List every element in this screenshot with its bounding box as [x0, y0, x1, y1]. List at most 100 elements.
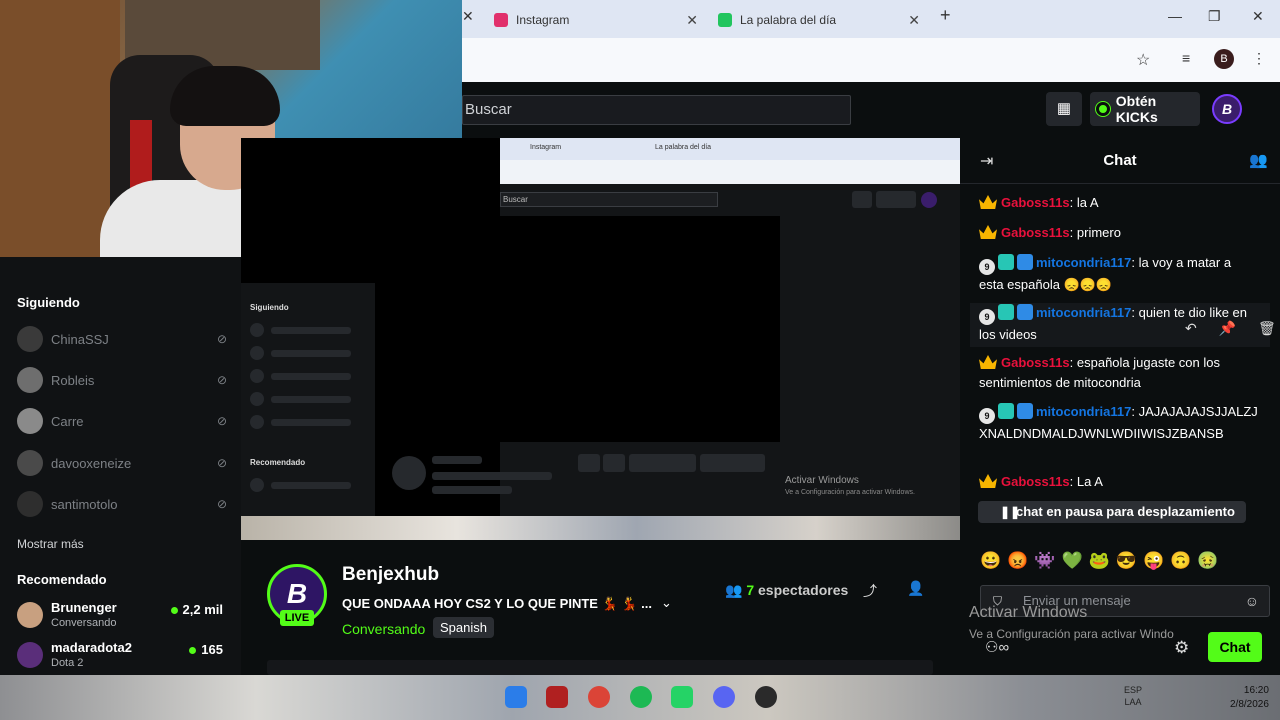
video-player[interactable]: Instagram La palabra del día Buscar Sigu…: [241, 138, 960, 540]
emote-icon[interactable]: 👾: [1034, 551, 1061, 570]
start-icon[interactable]: [505, 686, 527, 708]
viewer-count: 2,2 mil: [170, 602, 223, 617]
emoji-picker-icon[interactable]: ☺: [1245, 586, 1259, 616]
emote-icon[interactable]: 🐸: [1089, 551, 1116, 570]
chat-message[interactable]: 9 mitocondria117: la voy a matar a esta e…: [979, 253, 1259, 295]
recommended-heading: Recomendado: [17, 572, 107, 587]
moderator-badge-icon: [1017, 304, 1033, 320]
emote-bar: 😀😡👾💚🐸😎😜🙃🤢: [980, 551, 1270, 575]
emote-icon[interactable]: 💚: [1062, 551, 1089, 570]
discord-icon[interactable]: [713, 686, 735, 708]
emote-icon[interactable]: 🙃: [1170, 551, 1197, 570]
viewer-count: 165: [189, 642, 223, 657]
emote-icon[interactable]: 🤢: [1197, 551, 1224, 570]
nested-sidebar: Siguiendo Recomendado: [241, 283, 375, 516]
chrome-icon[interactable]: [588, 686, 610, 708]
sidebar-item-santimotolo[interactable]: santimotolo ⊘: [17, 489, 227, 519]
close-icon[interactable]: ✕: [462, 8, 474, 25]
live-dot-icon: [189, 647, 197, 655]
window-close-icon[interactable]: ✕: [1252, 8, 1264, 25]
channel-name[interactable]: Benjexhub: [342, 564, 439, 586]
tab-palabra-del-dia[interactable]: La palabra del día ✕: [710, 6, 928, 34]
windows-activation-subtitle: Ve a Configuración para activar Windo: [969, 627, 1174, 641]
minimize-icon[interactable]: —: [1168, 8, 1182, 24]
whatsapp-icon[interactable]: [671, 686, 693, 708]
offline-icon: ⊘: [216, 332, 227, 346]
chat-paused-notice[interactable]: ❚❚ chat en pausa para desplazamiento: [978, 501, 1246, 523]
clock[interactable]: 16:20 2/8/2026: [1230, 684, 1269, 712]
viewer-count: 👥 7 espectadores: [725, 582, 849, 598]
sidebar-item-madaradota2[interactable]: madaradota2 Dota 2 165: [17, 640, 227, 674]
sidebar-item-davooxeneize[interactable]: davooxeneize ⊘: [17, 448, 227, 478]
camera-strip: [241, 516, 960, 540]
chat-title: Chat: [1103, 152, 1137, 169]
restore-icon[interactable]: ❐: [1208, 8, 1221, 25]
sidebar-item-brunenger[interactable]: Brunenger Conversando 2,2 mil: [17, 600, 227, 634]
crown-icon: [979, 195, 997, 209]
offline-icon: ⊘: [216, 373, 227, 387]
emote-icon[interactable]: 😜: [1143, 551, 1170, 570]
user-avatar[interactable]: B: [1212, 94, 1242, 124]
reply-icon[interactable]: ↶: [1185, 320, 1197, 336]
avatar: [17, 602, 43, 628]
offline-icon: ⊘: [216, 414, 227, 428]
chevron-down-icon[interactable]: ⌄: [661, 595, 672, 611]
chat-message[interactable]: Gaboss11s: primero: [979, 223, 1259, 243]
category-link[interactable]: Conversando: [342, 621, 425, 637]
sidebar-item-robleis[interactable]: Robleis ⊘: [17, 365, 227, 395]
emote-icon[interactable]: 😡: [1007, 551, 1034, 570]
instagram-icon: [494, 13, 508, 27]
sidebar-item-carre[interactable]: Carre ⊘: [17, 406, 227, 436]
bookmark-star-icon[interactable]: ☆: [1136, 50, 1150, 70]
delete-icon[interactable]: 🗑: [1258, 320, 1276, 336]
get-kicks-button[interactable]: Obtén KICKs: [1090, 92, 1200, 126]
voicemeeter-icon[interactable]: [546, 686, 568, 708]
language-tag[interactable]: Spanish: [433, 617, 494, 638]
live-badge: LIVE: [280, 610, 314, 626]
chat-panel: ⇥ Chat 👥 Gaboss11s: la A Gaboss11s: prim…: [960, 138, 1280, 675]
stream-title: QUE ONDAAA HOY CS2 Y LO QUE PINTE 💃 💃 ..…: [342, 596, 653, 611]
pin-icon[interactable]: 📌: [1219, 320, 1236, 336]
chat-message[interactable]: Gaboss11s: La A: [979, 472, 1259, 492]
avatar: [17, 491, 43, 517]
spotify-icon[interactable]: [630, 686, 652, 708]
live-dot-icon: [170, 607, 178, 615]
follow-icon[interactable]: 👤: [907, 580, 924, 597]
chat-message[interactable]: Gaboss11s: la A: [979, 193, 1259, 213]
emote-icon[interactable]: 😀: [980, 551, 1007, 570]
close-tab-icon[interactable]: ✕: [686, 12, 698, 29]
emote-icon[interactable]: 😎: [1116, 551, 1143, 570]
stream-info: B LIVE Benjexhub QUE ONDAAA HOY CS2 Y LO…: [241, 540, 960, 675]
chat-header: ⇥ Chat 👥: [960, 138, 1280, 184]
input-language[interactable]: ESP LAA: [1124, 684, 1142, 708]
menu-kebab-icon[interactable]: ⋮: [1252, 50, 1266, 67]
nested-tab-bar: Instagram La palabra del día: [500, 138, 960, 160]
nested-player: [500, 216, 780, 442]
moderator-badge-icon: [1017, 254, 1033, 270]
kick-coin-icon: [1096, 102, 1110, 116]
chat-users-icon[interactable]: 👥: [1249, 151, 1268, 169]
layout-button[interactable]: ▦: [1046, 92, 1082, 126]
og-badge-icon: [998, 304, 1014, 320]
avatar: [17, 642, 43, 668]
og-badge-icon: [998, 403, 1014, 419]
badge-icon: 9: [979, 259, 995, 275]
obs-icon[interactable]: [755, 686, 777, 708]
media-icon[interactable]: ≡: [1182, 50, 1190, 66]
sidebar-item-chinassj[interactable]: ChinaSSJ ⊘: [17, 324, 227, 354]
share-icon[interactable]: ⤴: [863, 581, 877, 601]
taskbar: ESP LAA 16:20 2/8/2026: [0, 675, 1280, 720]
chat-message[interactable]: 9 mitocondria117: JAJAJAJAJSJJALZJXNALDND…: [979, 402, 1259, 444]
send-chat-button[interactable]: Chat: [1208, 632, 1262, 662]
search-input[interactable]: Buscar: [462, 95, 851, 125]
tab-instagram[interactable]: Instagram ✕: [486, 6, 706, 34]
nested-watermark-sub: Ve a Configuración para activar Windows.: [785, 489, 915, 496]
close-tab-icon[interactable]: ✕: [908, 12, 920, 29]
crown-icon: [979, 355, 997, 369]
gear-icon[interactable]: ⚙: [1174, 638, 1189, 658]
avatar: [17, 450, 43, 476]
profile-avatar[interactable]: B: [1214, 49, 1234, 69]
chat-message[interactable]: Gaboss11s: española jugaste con los sent…: [979, 353, 1259, 393]
show-more-link[interactable]: Mostrar más: [17, 537, 84, 551]
new-tab-button[interactable]: +: [940, 5, 951, 26]
